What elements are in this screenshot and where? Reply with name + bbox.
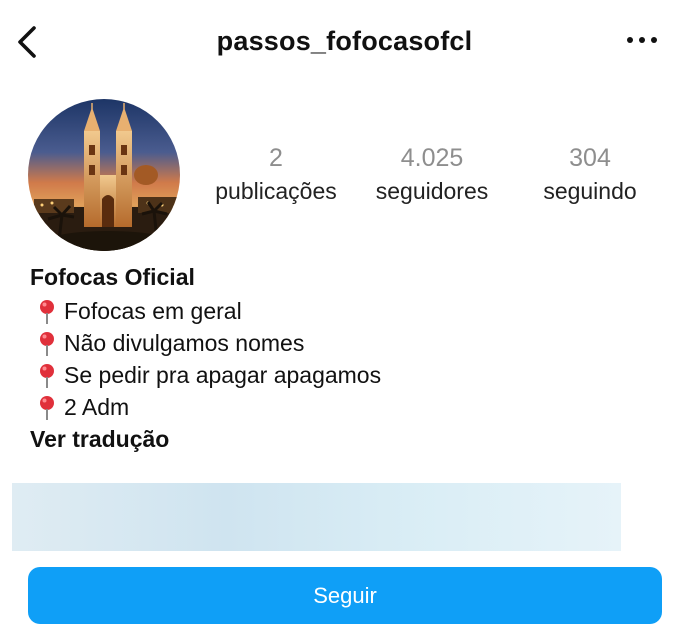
avatar[interactable] — [28, 99, 180, 251]
bio-line-text: Não divulgamos nomes — [64, 330, 305, 356]
pushpin-icon — [40, 395, 54, 420]
stat-following-count: 304 — [569, 144, 611, 172]
bio-line-text: Se pedir pra apagar apagamos — [64, 362, 382, 388]
pushpin-icon — [40, 299, 54, 324]
follow-button[interactable]: Seguir — [28, 567, 662, 624]
stat-following-label: seguindo — [543, 178, 637, 204]
pushpin-icon — [40, 331, 54, 356]
blurred-region — [12, 483, 621, 551]
bio-line-text: Fofocas em geral — [64, 298, 242, 324]
bio-line-text: 2 Adm — [64, 394, 130, 420]
stat-posts-label: publicações — [215, 178, 337, 204]
more-horizontal-icon[interactable] — [622, 30, 662, 50]
stat-posts: 2 publicações — [196, 143, 356, 207]
see-translation-link[interactable]: Ver tradução — [30, 426, 169, 453]
pushpin-icon — [40, 363, 54, 388]
bio-name: Fofocas Oficial — [30, 264, 195, 290]
stat-followers-count: 4.025 — [400, 144, 464, 172]
stat-followers-label: seguidores — [375, 178, 489, 204]
profile-header: passos_fofocasofcl — [0, 0, 689, 84]
bio-line: 2 Adm — [36, 394, 129, 421]
profile-username: passos_fofocasofcl — [216, 26, 473, 56]
stat-followers[interactable]: 4.025 seguidores — [352, 143, 512, 207]
bio-line: Fofocas em geral — [36, 298, 242, 325]
bio-line: Se pedir pra apagar apagamos — [36, 362, 381, 389]
stat-posts-count: 2 — [269, 144, 283, 172]
bio-line: Não divulgamos nomes — [36, 330, 304, 357]
cathedral-photo-icon — [28, 99, 180, 251]
stat-following[interactable]: 304 seguindo — [510, 143, 670, 207]
